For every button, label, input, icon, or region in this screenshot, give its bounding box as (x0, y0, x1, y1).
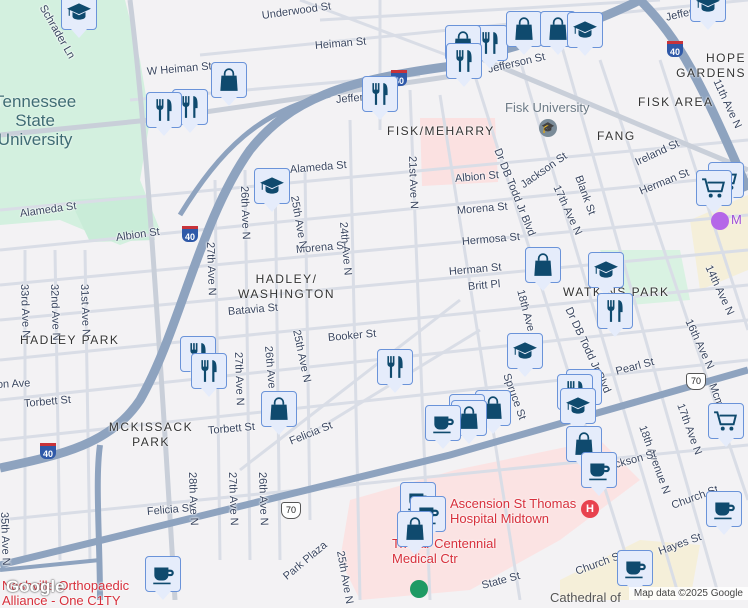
school-marker[interactable] (588, 252, 624, 296)
street-label: 27th Ave N (204, 241, 218, 296)
museum-label[interactable]: M (731, 212, 742, 227)
school-marker[interactable] (690, 0, 726, 30)
fork-knife-icon (151, 97, 177, 123)
shopping-bag-icon (511, 16, 537, 42)
coffee-marker[interactable] (425, 405, 461, 449)
street-label: 31st Ave N (78, 283, 92, 338)
coffee-cup-icon (622, 555, 648, 581)
restaurant-marker[interactable] (146, 92, 182, 136)
shopping-bag-icon (266, 396, 292, 422)
shopping-cart-icon (701, 175, 727, 201)
shopping-marker[interactable] (211, 62, 247, 106)
coffee-marker[interactable] (706, 491, 742, 535)
school-marker[interactable] (61, 0, 97, 38)
graduation-cap-icon (66, 0, 92, 25)
restaurant-marker[interactable] (597, 293, 633, 337)
restaurant-marker[interactable] (446, 43, 482, 87)
coffee-cup-icon (711, 496, 737, 522)
grocery-marker[interactable] (696, 170, 732, 214)
neighborhood-label: HADLEY PARK (20, 333, 120, 347)
cathedral-label[interactable]: Cathedral of (550, 590, 621, 605)
neighborhood-label: FISK/MEHARRY (387, 124, 495, 138)
shopping-bag-icon (402, 516, 428, 542)
shopping-marker[interactable] (525, 247, 561, 291)
coffee-cup-icon (430, 410, 456, 436)
street-label: 28th Ave N (186, 471, 200, 526)
i40-shield-icon: 40 (182, 226, 198, 242)
coffee-cup-icon (150, 561, 176, 587)
shopping-bag-icon (530, 252, 556, 278)
i40-shield-icon: 40 (40, 443, 56, 459)
neighborhood-label: FANG (597, 129, 636, 143)
us70-shield-icon: 70 (686, 373, 706, 390)
coffee-marker[interactable] (617, 550, 653, 594)
graduation-cap-icon (593, 257, 619, 283)
street-label: 21st Ave N (406, 155, 420, 210)
university-pin-icon[interactable]: 🎓 (539, 119, 557, 137)
coffee-marker[interactable] (581, 452, 617, 496)
neighborhood-label: MCKISSACK PARK (108, 420, 194, 449)
street-label: 27th Ave N (232, 351, 246, 406)
tsu-label[interactable]: Tennessee State University (0, 92, 76, 149)
fork-knife-icon (382, 354, 408, 380)
shopping-marker[interactable] (261, 391, 297, 435)
street-label: 26th Ave N (256, 471, 270, 526)
shopping-marker[interactable] (397, 511, 433, 555)
fisk-university-label[interactable]: Fisk University (505, 100, 590, 115)
i40-shield-icon: 40 (667, 41, 683, 57)
graduation-cap-icon (572, 17, 598, 43)
school-marker[interactable] (507, 333, 543, 377)
graduation-cap-icon (259, 173, 285, 199)
shopping-bag-icon (216, 67, 242, 93)
graduation-cap-icon (512, 338, 538, 364)
coffee-marker[interactable] (145, 556, 181, 600)
neighborhood-label: FISK AREA (638, 95, 714, 109)
shopping-marker[interactable] (506, 11, 542, 55)
coffee-cup-icon (586, 457, 612, 483)
restaurant-marker[interactable] (191, 353, 227, 397)
green-pin-icon[interactable] (410, 580, 428, 598)
hospital-pin-icon[interactable]: H (581, 500, 599, 518)
street-label: 33rd Ave N (18, 283, 32, 339)
museum-pin-icon[interactable] (711, 212, 729, 230)
street-label: 35th Ave N (0, 511, 12, 566)
neighborhood-label: HADLEY/ WASHINGTON (238, 272, 336, 301)
restaurant-marker[interactable] (377, 349, 413, 393)
fork-knife-icon (602, 298, 628, 324)
street-label: 27th Ave N (226, 471, 240, 526)
graduation-cap-icon (565, 393, 591, 419)
us70-shield-icon: 70 (281, 502, 301, 519)
school-marker[interactable] (560, 388, 596, 432)
fork-knife-icon (367, 81, 393, 107)
school-marker[interactable] (567, 12, 603, 56)
ascension-hospital-label[interactable]: Ascension St Thomas Hospital Midtown (450, 496, 576, 526)
google-logo: Google (6, 577, 65, 596)
restaurant-marker[interactable] (362, 76, 398, 120)
fork-knife-icon (451, 48, 477, 74)
fork-knife-icon (196, 358, 222, 384)
grocery-marker[interactable] (708, 403, 744, 447)
map-attribution[interactable]: Map data ©2025 Google (628, 587, 748, 600)
shopping-cart-icon (713, 408, 739, 434)
graduation-cap-icon (695, 0, 721, 17)
street-label: 26th Ave N (238, 185, 252, 240)
school-marker[interactable] (254, 168, 290, 212)
